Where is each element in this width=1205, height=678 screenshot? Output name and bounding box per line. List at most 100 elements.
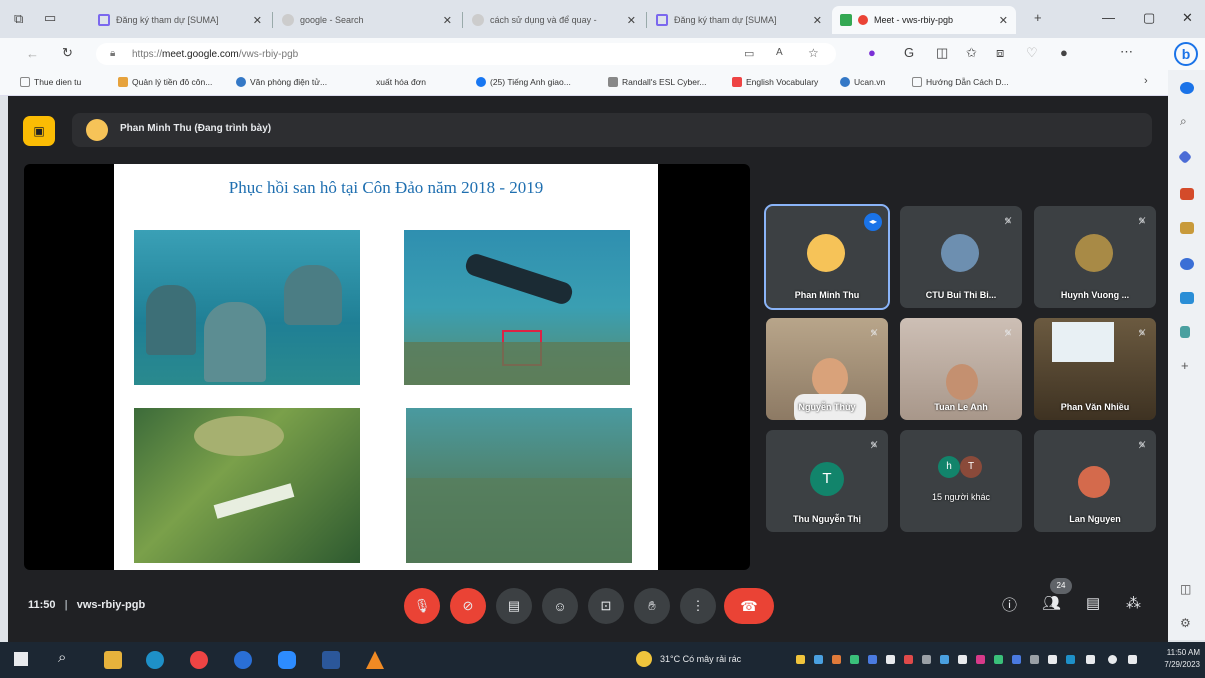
more-options-button[interactable]: ⋮ [680, 588, 716, 624]
participant-tile[interactable]: ✎̸ Phan Văn Nhiều [1034, 318, 1156, 420]
meeting-details-icon[interactable]: ⓘ [1002, 594, 1017, 615]
favorite-star-icon[interactable]: ☆ [808, 46, 819, 60]
url-field[interactable]: 🔒︎ https://meet.google.com/vws-rbiy-pgb … [96, 43, 836, 65]
more-participants-tile[interactable]: h T 15 người khác [900, 430, 1022, 532]
presentation-icon[interactable]: ▣ [23, 116, 55, 146]
tab-search-2[interactable]: cách sử dụng và để quay - ✕ [464, 6, 644, 34]
zoom-icon[interactable] [278, 651, 296, 669]
tray-icon[interactable] [850, 655, 859, 664]
hide-sidebar-icon[interactable]: ◫ [1180, 582, 1191, 596]
bookmark-item[interactable]: Ucan.vn [840, 77, 885, 87]
raise-hand-button[interactable]: ✋︎ [634, 588, 670, 624]
weather-text[interactable]: 31°C Có mây rải rác [660, 654, 741, 664]
bing-icon[interactable] [1180, 82, 1194, 94]
participant-tile[interactable]: ✎̸ Lan Nguyen [1034, 430, 1156, 532]
outlook-icon[interactable] [1180, 292, 1194, 304]
participant-tile[interactable]: ✎̸ CTU Bui Thi Bi... [900, 206, 1022, 308]
tray-icon[interactable] [886, 655, 895, 664]
participant-tile[interactable]: ✎̸ Huynh Vuong ... [1034, 206, 1156, 308]
settings-icon[interactable]: ⚙ [1180, 616, 1191, 630]
participant-tile[interactable]: ✎̸ T Thu Nguyễn Thị [766, 430, 888, 532]
volume-icon[interactable] [1108, 655, 1117, 664]
bookmark-item[interactable]: Văn phòng điện tử... [236, 77, 327, 87]
collections-icon[interactable]: ⧈ [996, 45, 1004, 61]
battery-icon[interactable] [1128, 655, 1137, 664]
close-window-icon[interactable]: ✕ [1182, 10, 1193, 26]
bookmark-item[interactable]: Quản lý tiền đô côn... [118, 77, 212, 87]
workspaces-icon[interactable]: ⧉ [14, 11, 23, 27]
camera-icon[interactable]: ▭ [744, 47, 754, 60]
close-tab-icon[interactable]: ✕ [621, 14, 636, 27]
profile-icon[interactable]: ● [1060, 45, 1068, 60]
favorites-icon[interactable]: ✩ [966, 45, 977, 61]
start-icon[interactable] [14, 652, 28, 666]
tray-icon[interactable] [940, 655, 949, 664]
close-tab-icon[interactable]: ✕ [807, 14, 822, 27]
bookmarks-overflow-icon[interactable]: › [1144, 75, 1148, 87]
tray-icon[interactable] [1066, 655, 1075, 664]
bookmark-item[interactable]: English Vocabulary [732, 77, 818, 87]
tab-registration-1[interactable]: Đăng ký tham dự [SUMA] ✕ [90, 6, 270, 34]
read-aloud-icon[interactable]: A [776, 47, 783, 58]
split-screen-icon[interactable]: ◫ [936, 45, 948, 61]
bookmark-item[interactable]: Thue dien tu [20, 77, 81, 87]
tray-icon[interactable] [1048, 655, 1057, 664]
close-tab-icon[interactable]: ✕ [993, 14, 1008, 27]
more-menu-icon[interactable]: ⋯ [1120, 44, 1133, 60]
tab-actions-icon[interactable]: ▭ [44, 10, 56, 26]
activities-icon[interactable]: ⁂ [1126, 594, 1141, 612]
tab-registration-2[interactable]: Đăng ký tham dự [SUMA] ✕ [648, 6, 830, 34]
tray-icon[interactable] [958, 655, 967, 664]
tray-icon[interactable] [922, 655, 931, 664]
reactions-button[interactable]: ☺ [542, 588, 578, 624]
minimize-icon[interactable]: — [1102, 10, 1115, 25]
close-tab-icon[interactable]: ✕ [437, 14, 452, 27]
maximize-icon[interactable]: ▢ [1143, 10, 1155, 26]
mic-toggle-button[interactable]: 🎙︎ [404, 588, 440, 624]
participant-tile[interactable]: ✎̸ Tuan Le Anh [900, 318, 1022, 420]
captions-button[interactable]: ▤ [496, 588, 532, 624]
bing-copilot-icon[interactable]: b [1174, 42, 1198, 66]
extension-icon[interactable]: ● [868, 45, 876, 60]
participant-tile[interactable]: ✎̸ Nguyễn Thùy [766, 318, 888, 420]
back-icon[interactable]: ← [26, 46, 39, 61]
present-button[interactable]: ⊡ [588, 588, 624, 624]
refresh-icon[interactable]: ↻ [62, 45, 73, 61]
add-sidebar-icon[interactable]: + [1181, 358, 1189, 373]
edge-icon[interactable] [146, 651, 164, 669]
bookmark-item[interactable]: (25) Tiếng Anh giao... [476, 77, 571, 87]
camera-toggle-button[interactable]: ⊘ [450, 588, 486, 624]
network-icon[interactable] [1086, 655, 1095, 664]
chrome-icon[interactable] [190, 651, 208, 669]
tab-meet[interactable]: Meet - vws-rbiy-pgb ✕ [832, 6, 1016, 34]
participant-tile[interactable]: ◂▸ Phan Minh Thu [764, 204, 890, 310]
people-icon[interactable]: 👥︎ [1042, 594, 1061, 612]
file-explorer-icon[interactable] [104, 651, 122, 669]
close-tab-icon[interactable]: ✕ [247, 14, 262, 27]
tray-icon[interactable] [868, 655, 877, 664]
leave-call-button[interactable]: ☎︎ [724, 588, 774, 624]
refresh-ext-icon[interactable]: G [904, 45, 914, 60]
search-icon[interactable]: ⌕ [58, 649, 66, 666]
tray-icon[interactable] [976, 655, 985, 664]
new-tab-button[interactable]: + [1034, 10, 1042, 25]
tray-icon[interactable] [796, 655, 805, 664]
tray-icon[interactable] [904, 655, 913, 664]
vlc-icon[interactable] [366, 651, 384, 669]
app-icon[interactable] [234, 651, 252, 669]
performance-icon[interactable]: ♡ [1026, 45, 1038, 61]
search-icon[interactable]: ⌕ [1180, 114, 1187, 129]
bookmark-item[interactable]: xuất hóa đơn [376, 77, 426, 87]
tray-icon[interactable] [832, 655, 841, 664]
bookmark-item[interactable]: Randall's ESL Cyber... [608, 77, 706, 87]
tray-icon[interactable] [1012, 655, 1021, 664]
shopping-icon[interactable] [1180, 188, 1194, 200]
office-icon[interactable] [1180, 258, 1194, 270]
tray-icon[interactable] [814, 655, 823, 664]
tray-icon[interactable] [1030, 655, 1039, 664]
tools-icon[interactable] [1177, 149, 1193, 165]
bookmark-item[interactable]: Hướng Dẫn Cách D... [912, 77, 1009, 87]
word-icon[interactable] [322, 651, 340, 669]
games-icon[interactable] [1180, 222, 1194, 234]
tab-google-search[interactable]: google - Search ✕ [274, 6, 460, 34]
